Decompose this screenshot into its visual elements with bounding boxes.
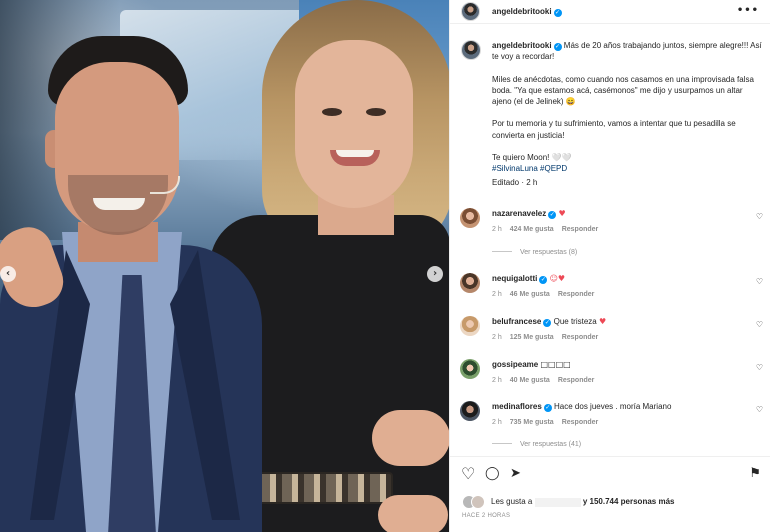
verified-badge-icon: ✓: [553, 43, 562, 51]
caption-line-1: angeldebritooki ✓ Más de 20 años trabajan…: [492, 40, 762, 63]
comment-likes[interactable]: 40 Me gusta: [510, 377, 550, 384]
author-username-text[interactable]: angeldebritooki: [492, 7, 552, 16]
commenter-username[interactable]: medinaflores: [492, 402, 542, 411]
comment-actions: 2 h 125 Me gusta Responder: [492, 334, 606, 341]
comment-text: nazarenavelez ✓ ♥: [492, 208, 742, 219]
verified-badge-icon: ✓: [539, 276, 548, 284]
next-photo-icon[interactable]: ›: [427, 266, 443, 282]
comment-likes[interactable]: 125 Me gusta: [510, 334, 554, 341]
comment-text: nequigalotti ✓ ☺♥: [492, 273, 742, 284]
commenter-username[interactable]: nazarenavelez: [492, 209, 546, 218]
commenter-avatar[interactable]: [460, 359, 480, 379]
liker-avatar: [471, 495, 485, 509]
heart-emoji: ♥: [558, 209, 566, 218]
comment-like-icon[interactable]: ♡: [756, 363, 763, 372]
woman-face: [295, 40, 413, 208]
comment-like-icon[interactable]: ♡: [756, 277, 763, 286]
more-options-icon[interactable]: •••: [737, 5, 759, 16]
post-actions-bar: ♡ ◯ ➤ ⚑ Les gusta a y 150.744 personas m…: [450, 456, 770, 532]
verified-badge-icon: ✓: [543, 319, 552, 327]
save-icon[interactable]: ⚑: [749, 467, 761, 481]
woman-eye-left: [322, 108, 342, 116]
reply-button[interactable]: Responder: [558, 291, 595, 298]
comment-text: belufrancese ✓ Que tristeza ♥: [492, 316, 742, 327]
caption: angeldebritooki ✓ Más de 20 años trabajan…: [492, 40, 762, 188]
comment-body: Hace dos jueves . moría Mariano: [554, 402, 672, 411]
like-icon[interactable]: ♡: [461, 466, 475, 482]
commenter-username[interactable]: nequigalotti: [492, 274, 537, 283]
post-photo[interactable]: ‹ ›: [0, 0, 449, 532]
comment-time: 2 h: [492, 226, 502, 233]
likes-summary[interactable]: Les gusta a y 150.744 personas más: [462, 495, 674, 509]
caption-username[interactable]: angeldebritooki: [492, 41, 552, 50]
comment-likes[interactable]: 735 Me gusta: [510, 419, 554, 426]
blurred-username: [534, 497, 581, 507]
comment-like-icon[interactable]: ♡: [756, 320, 763, 329]
reply-button[interactable]: Responder: [562, 334, 599, 341]
comment-text: medinaflores ✓ Hace dos jueves . moría Ma…: [492, 401, 742, 412]
commenter-avatar[interactable]: [460, 208, 480, 228]
post-header: angeldebritooki ✓ •••: [450, 0, 770, 24]
comment-body: □□□□: [540, 360, 571, 369]
comment-time: 2 h: [492, 291, 502, 298]
likes-count[interactable]: y 150.744 personas más: [583, 497, 675, 506]
post-timestamp: HACE 2 HORAS: [462, 513, 511, 519]
prev-photo-icon[interactable]: ‹: [0, 266, 16, 282]
reply-button[interactable]: Responder: [558, 377, 595, 384]
woman-eye-right: [366, 108, 386, 116]
view-replies-button[interactable]: Ver respuestas (41): [492, 441, 581, 448]
hashtag-silvinaluna[interactable]: #SilvinaLuna: [492, 164, 538, 173]
comment-time: 2 h: [492, 377, 502, 384]
emoji-reaction: ☺♥: [549, 274, 566, 283]
comment-actions: 2 h 735 Me gusta Responder: [492, 419, 606, 426]
post-sidebar: angeldebritooki ✓ ••• angeldebritooki ✓ Má…: [449, 0, 770, 532]
heart-emoji: ♥: [598, 317, 607, 326]
comment-actions: 2 h 40 Me gusta Responder: [492, 377, 602, 384]
comment-body: Que tristeza: [553, 317, 597, 326]
comment-like-icon[interactable]: ♡: [756, 212, 763, 221]
edited-label: Editado · 2 h: [492, 177, 538, 187]
instagram-post: ‹ › angeldebritooki ✓ ••• angeldebritooki…: [0, 0, 770, 532]
woman-hand-lower: [378, 495, 448, 532]
comment-likes[interactable]: 46 Me gusta: [510, 291, 550, 298]
caption-line-3: Por tu memoria y tu sufrimiento, vamos a…: [492, 119, 736, 140]
reply-button[interactable]: Responder: [562, 226, 599, 233]
comment-actions: 2 h 424 Me gusta Responder: [492, 226, 606, 233]
caption-hashtags: #SilvinaLuna #QEPD: [492, 163, 762, 174]
hashtag-qepd[interactable]: #QEPD: [540, 164, 567, 173]
man-smile: [93, 198, 145, 210]
commenter-username[interactable]: gossipeame: [492, 360, 538, 369]
reply-button[interactable]: Responder: [562, 419, 599, 426]
author-avatar[interactable]: [461, 2, 480, 21]
commenter-avatar[interactable]: [460, 273, 480, 293]
comment-icon[interactable]: ◯: [485, 467, 500, 481]
caption-author-avatar[interactable]: [461, 40, 481, 60]
woman-hand: [372, 410, 449, 466]
comment-likes[interactable]: 424 Me gusta: [510, 226, 554, 233]
verified-badge-icon: ✓: [543, 404, 552, 412]
verified-badge-icon: ✓: [553, 9, 562, 17]
verified-badge-icon: ✓: [548, 211, 557, 219]
comment-actions: 2 h 46 Me gusta Responder: [492, 291, 602, 298]
caption-line-4: Te quiero Moon! 🤍🤍: [492, 153, 572, 163]
likes-prefix: Les gusta a: [491, 497, 533, 507]
commenter-avatar[interactable]: [460, 316, 480, 336]
caption-line-2: Miles de anécdotas, como cuando nos casa…: [492, 74, 754, 107]
view-replies-button[interactable]: Ver respuestas (8): [492, 249, 577, 256]
comment-time: 2 h: [492, 334, 502, 341]
comment-time: 2 h: [492, 419, 502, 426]
studded-belt: [258, 472, 393, 504]
comment-text: gossipeame □□□□: [492, 359, 742, 370]
commenter-avatar[interactable]: [460, 401, 480, 421]
woman-teeth: [336, 150, 374, 157]
author-username[interactable]: angeldebritooki ✓: [492, 7, 562, 17]
commenter-username[interactable]: belufrancese: [492, 317, 541, 326]
share-icon[interactable]: ➤: [510, 467, 521, 481]
comment-like-icon[interactable]: ♡: [756, 405, 763, 414]
